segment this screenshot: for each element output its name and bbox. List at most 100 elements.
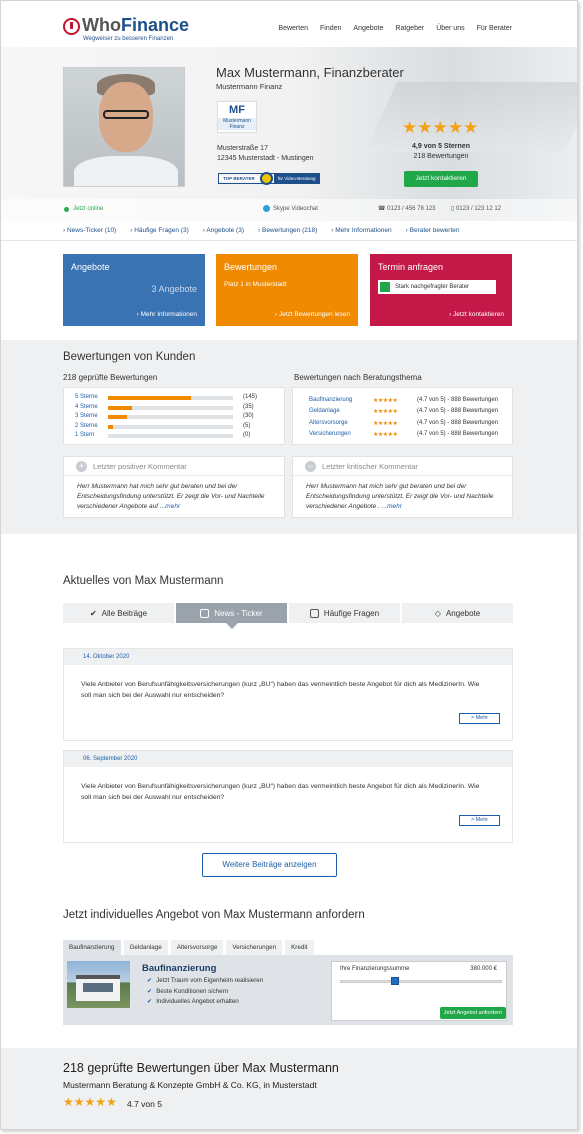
- advisor-portrait: [63, 67, 185, 187]
- termin-box-link[interactable]: › Jetzt kontaktieren: [449, 311, 504, 318]
- topic-row[interactable]: Versicherungen ★★★★★ (4.7 von 5) - 888 Bew…: [309, 431, 509, 441]
- offer-benefit: ✔ Beste Konditionen sichern: [147, 988, 228, 995]
- offer-tab-kredit[interactable]: Kredit: [285, 940, 314, 955]
- star-row[interactable]: 4 Sterne (35): [75, 404, 265, 413]
- subnav-bewertungen[interactable]: › Bewertungen (218): [258, 227, 317, 234]
- skype-link[interactable]: Skype Videochat: [263, 205, 318, 212]
- site-header: WhoFinance Wegweiser zu besseren Finanze…: [1, 1, 577, 47]
- positive-more-link[interactable]: ...mehr: [160, 503, 180, 510]
- financing-slider-handle[interactable]: [391, 977, 399, 985]
- offer-tab-baufinanzierung[interactable]: Baufinanzierung: [63, 940, 121, 955]
- news-more-button[interactable]: > Mehr: [459, 713, 500, 724]
- star-row[interactable]: 5 Sterne (145): [75, 394, 265, 403]
- offer-benefit: ✔ Individuelles Angebot erhalten: [147, 998, 239, 1005]
- nav-fuer-berater[interactable]: Für Berater: [477, 25, 512, 32]
- summary-subtitle: Mustermann Beratung & Konzepte GmbH & Co…: [63, 1080, 317, 1090]
- nav-finden[interactable]: Finden: [320, 25, 341, 32]
- topic-value: (4.7 von 5) - 888 Bewertungen: [417, 420, 499, 426]
- contact-bar: Jetzt online Skype Videochat ☎ 0123 / 45…: [1, 199, 577, 221]
- star-row[interactable]: 2 Sterne (5): [75, 423, 265, 432]
- tab-angebote[interactable]: ◇ Angebote: [402, 603, 513, 623]
- critical-more-link[interactable]: ...mehr: [382, 503, 402, 510]
- request-offer-button[interactable]: Jetzt Angebot anfordern: [440, 1007, 506, 1019]
- subnav-news-ticker-label: News-Ticker (10): [66, 227, 117, 234]
- subnav-news-ticker[interactable]: › News-Ticker (10): [63, 227, 116, 234]
- offer-benefit-text: Jetzt Traum vom Eigenheim realisieren: [156, 977, 264, 984]
- offer-tab-versicherungen[interactable]: Versicherungen: [226, 940, 283, 955]
- tab-alle-beitraege[interactable]: ✔ Alle Beiträge: [63, 603, 174, 623]
- rating-count[interactable]: 218 Bewertungen: [401, 152, 481, 162]
- advisor-company: Mustermann Finanz: [216, 82, 283, 91]
- badge-seal-icon: [259, 172, 273, 185]
- reviews-by-topic-title: Bewertungen nach Beratungsthema: [294, 373, 422, 382]
- whofinance-logo[interactable]: WhoFinance Wegweiser zu besseren Finanze…: [63, 15, 189, 44]
- bewertungen-box-rank: Platz 1 in Musterstadt: [224, 281, 287, 288]
- phone-link[interactable]: ☎ 0123 / 456 78 123: [378, 205, 436, 212]
- subnav-haeufige-fragen[interactable]: › Häufige Fragen (3): [130, 227, 189, 234]
- subnav-angebote[interactable]: › Angebote (3): [203, 227, 244, 234]
- check-icon: ✔: [147, 988, 153, 995]
- tab-news-ticker[interactable]: News - Ticker: [176, 603, 287, 629]
- nav-ratgeber[interactable]: Ratgeber: [395, 25, 424, 32]
- company-logo-sub: Mustermann Finanz: [218, 118, 256, 130]
- advisor-name: Max Mustermann, Finanzberater: [216, 65, 404, 80]
- skype-icon: [263, 205, 270, 212]
- news-more-button[interactable]: > Mehr: [459, 815, 500, 826]
- financing-calculator: Ihre Finanzierungssumme 380.000 € Jetzt …: [331, 961, 507, 1021]
- badge-left-label: TOP BERATER: [219, 176, 259, 181]
- reviews-section: Bewertungen von Kunden 218 geprüfte Bewe…: [1, 340, 577, 534]
- portrait-glasses: [103, 110, 149, 119]
- check-icon: [380, 282, 390, 292]
- online-dot-icon: [64, 207, 69, 212]
- address-city: 12345 Musterstadt - Mustingen: [217, 155, 314, 162]
- star-row[interactable]: 1 Stern (0): [75, 432, 265, 441]
- star-row-fill: [108, 396, 191, 400]
- nav-ueber-uns[interactable]: Über uns: [436, 25, 464, 32]
- minus-icon: –: [305, 461, 316, 472]
- topic-row[interactable]: Altersvorsorge ★★★★★ (4.7 von 5) - 888 Bew…: [309, 420, 509, 430]
- rating-stars: ★★★★★: [402, 118, 479, 137]
- angebote-box[interactable]: Angebote 3 Angebote › Mehr Informationen: [63, 254, 205, 326]
- plus-icon: +: [76, 461, 87, 472]
- offer-tabs: Baufinanzierung Geldanlage Altersvorsorg…: [63, 940, 314, 955]
- tab-label: Angebote: [445, 608, 481, 618]
- more-posts-button[interactable]: Weitere Beiträge anzeigen: [202, 853, 337, 877]
- critical-comment-text: Herr Mustermann hat mich sehr gut berate…: [306, 482, 496, 512]
- topic-row[interactable]: Geldanlage ★★★★★ (4.7 von 5) - 888 Bewertu…: [309, 408, 509, 418]
- topic-name: Versicherungen: [309, 431, 351, 437]
- critical-comment-card: – Letzter kritischer Kommentar Herr Muste…: [292, 456, 513, 518]
- financing-slider-track[interactable]: [340, 980, 502, 983]
- topic-row[interactable]: Baufinanzierung ★★★★★ (4.7 von 5) - 888 Be…: [309, 397, 509, 407]
- check-icon: ✔: [147, 998, 153, 1005]
- critical-comment-title: Letzter kritischer Kommentar: [322, 462, 418, 471]
- termin-box[interactable]: Termin anfragen Stark nachgefragter Bera…: [370, 254, 512, 326]
- contact-button[interactable]: Jetzt kontaktieren: [404, 171, 478, 187]
- phone-icon: ☎: [378, 206, 388, 212]
- subnav-angebote-label: Angebote (3): [206, 227, 244, 234]
- summary-rating: 4.7 von 5: [127, 1099, 162, 1109]
- star-row-label: 3 Sterne: [75, 413, 98, 419]
- mobile-link[interactable]: ▯ 0123 / 123 12 12: [451, 205, 501, 212]
- tab-haeufige-fragen[interactable]: Häufige Fragen: [289, 603, 400, 623]
- offer-tab-altersvorsorge[interactable]: Altersvorsorge: [170, 940, 224, 955]
- topic-name: Geldanlage: [309, 408, 340, 414]
- company-logo: MF Mustermann Finanz: [217, 101, 257, 133]
- online-status: Jetzt online: [73, 206, 104, 212]
- nav-angebote[interactable]: Angebote: [353, 25, 383, 32]
- news-tabs: ✔ Alle Beiträge News - Ticker Häufige Fra…: [63, 603, 513, 629]
- news-text: Viele Anbieter von Berufsunfähigkeitsver…: [81, 783, 480, 801]
- positive-comment-card: + Letzter positiver Kommentar Herr Muster…: [63, 456, 285, 518]
- subnav-berater-bewerten[interactable]: › Berater bewerten: [406, 227, 460, 234]
- offer-panel: Baufinanzierung ✔ Jetzt Traum vom Eigenhe…: [63, 955, 513, 1025]
- advisor-address: Musterstraße 17 12345 Musterstadt - Must…: [217, 144, 314, 164]
- angebote-box-link[interactable]: › Mehr Informationen: [137, 311, 197, 318]
- bewertungen-box[interactable]: Bewertungen Platz 1 in Musterstadt › Jet…: [216, 254, 358, 326]
- topic-name: Altersvorsorge: [309, 420, 348, 426]
- bewertungen-box-link[interactable]: › Jetzt Bewertungen lesen: [275, 311, 350, 318]
- star-row-label: 1 Stern: [75, 432, 95, 438]
- nav-bewerten[interactable]: Bewerten: [278, 25, 308, 32]
- tab-label: Häufige Fragen: [323, 608, 380, 618]
- star-row[interactable]: 3 Sterne (30): [75, 413, 265, 422]
- subnav-mehr-informationen[interactable]: › Mehr Informationen: [331, 227, 391, 234]
- offer-tab-geldanlage[interactable]: Geldanlage: [123, 940, 168, 955]
